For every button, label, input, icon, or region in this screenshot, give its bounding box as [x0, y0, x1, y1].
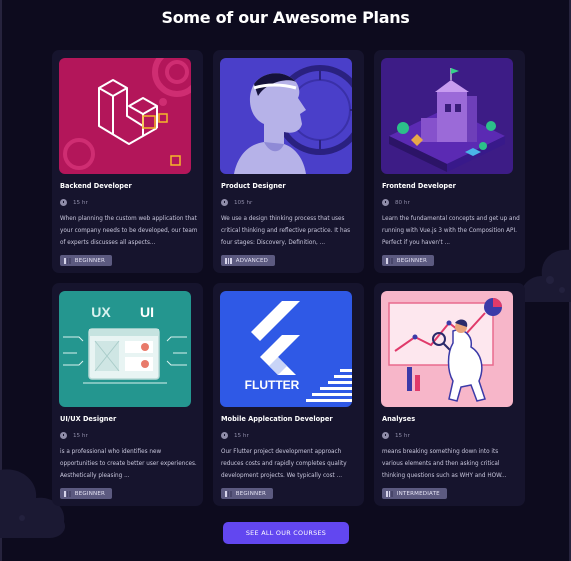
thumb-label-ux: UX [91, 304, 111, 320]
level-bars-icon [64, 257, 71, 264]
castle-illustration [381, 58, 513, 174]
duration-label: 15 hr [73, 432, 88, 439]
uiux-illustration: UX UI [59, 291, 191, 407]
flutter-illustration: FLUTTER [220, 291, 352, 407]
level-label: BEGINNER [74, 257, 106, 264]
level-label: BEGINNER [235, 490, 267, 497]
course-title: Analyses [382, 415, 416, 423]
clock-icon [60, 432, 67, 439]
level-bars-icon [225, 257, 232, 264]
clock-icon [60, 199, 67, 206]
course-card-analyses[interactable]: Analyses 15 hr means breaking something … [374, 283, 525, 506]
level-badge: BEGINNER [60, 488, 113, 499]
course-card-product-designer[interactable]: Product Designer 105 hr We use a design … [213, 50, 364, 273]
course-title: Mobile Applecation Developer [221, 415, 333, 423]
course-duration: 105 hr [221, 199, 252, 206]
level-label: ADVANCED [235, 257, 269, 264]
duration-label: 15 hr [73, 199, 88, 206]
duration-label: 80 hr [395, 199, 410, 206]
course-description: means breaking something down into its v… [382, 449, 507, 480]
course-description: Learn the fundamental concepts and get u… [382, 216, 520, 247]
course-title: UI/UX Designer [60, 415, 117, 423]
course-thumbnail-mobile: FLUTTER [220, 291, 352, 407]
course-description: is a professional who identifies new opp… [60, 449, 197, 480]
flutter-wordmark: FLUTTER [245, 378, 300, 392]
course-card-mobile[interactable]: FLUTTER Mobile Applecation Developer 15 … [213, 283, 364, 506]
duration-label: 15 hr [395, 432, 410, 439]
designer-illustration [220, 58, 352, 174]
course-thumbnail-uiux: UX UI [59, 291, 191, 407]
clock-icon [221, 199, 228, 206]
clock-icon [221, 432, 228, 439]
analytics-illustration [381, 291, 513, 407]
level-label: INTERMEDIATE [396, 490, 440, 497]
thumb-label-ui: UI [140, 304, 154, 320]
level-label: BEGINNER [74, 490, 106, 497]
course-card-backend[interactable]: Backend Developer 15 hr When planning th… [52, 50, 203, 273]
course-duration: 15 hr [60, 432, 88, 439]
course-duration: 15 hr [382, 432, 410, 439]
course-card-uiux[interactable]: UX UI UI/UX Designer 15 hr is a professi… [52, 283, 203, 506]
course-thumbnail-product-designer [220, 58, 352, 174]
level-badge: BEGINNER [382, 255, 435, 266]
level-label: BEGINNER [396, 257, 428, 264]
section-title: Some of our Awesome Plans [161, 8, 410, 27]
laravel-illustration [59, 58, 191, 174]
course-description: We use a design thinking process that us… [221, 216, 351, 247]
clock-icon [382, 432, 389, 439]
courses-grid: Backend Developer 15 hr When planning th… [52, 50, 525, 510]
course-title: Frontend Developer [382, 182, 456, 190]
level-bars-icon [225, 490, 232, 497]
course-card-frontend[interactable]: Frontend Developer 80 hr Learn the funda… [374, 50, 525, 273]
course-duration: 80 hr [382, 199, 410, 206]
course-duration: 15 hr [60, 199, 88, 206]
level-bars-icon [386, 257, 393, 264]
course-thumbnail-frontend [381, 58, 513, 174]
level-badge: INTERMEDIATE [382, 488, 447, 499]
course-title: Backend Developer [60, 182, 132, 190]
see-all-courses-button[interactable]: SEE ALL OUR COURSES [223, 522, 349, 544]
clock-icon [382, 199, 389, 206]
course-thumbnail-analyses [381, 291, 513, 407]
course-title: Product Designer [221, 182, 286, 190]
course-description: When planning the custom web application… [60, 216, 198, 247]
duration-label: 15 hr [234, 432, 249, 439]
level-bars-icon [386, 490, 393, 497]
course-duration: 15 hr [221, 432, 249, 439]
course-description: Our Flutter project development approach… [221, 449, 347, 480]
level-badge: ADVANCED [221, 255, 276, 266]
level-bars-icon [64, 490, 71, 497]
course-thumbnail-backend [59, 58, 191, 174]
duration-label: 105 hr [234, 199, 253, 206]
level-badge: BEGINNER [60, 255, 113, 266]
level-badge: BEGINNER [221, 488, 274, 499]
